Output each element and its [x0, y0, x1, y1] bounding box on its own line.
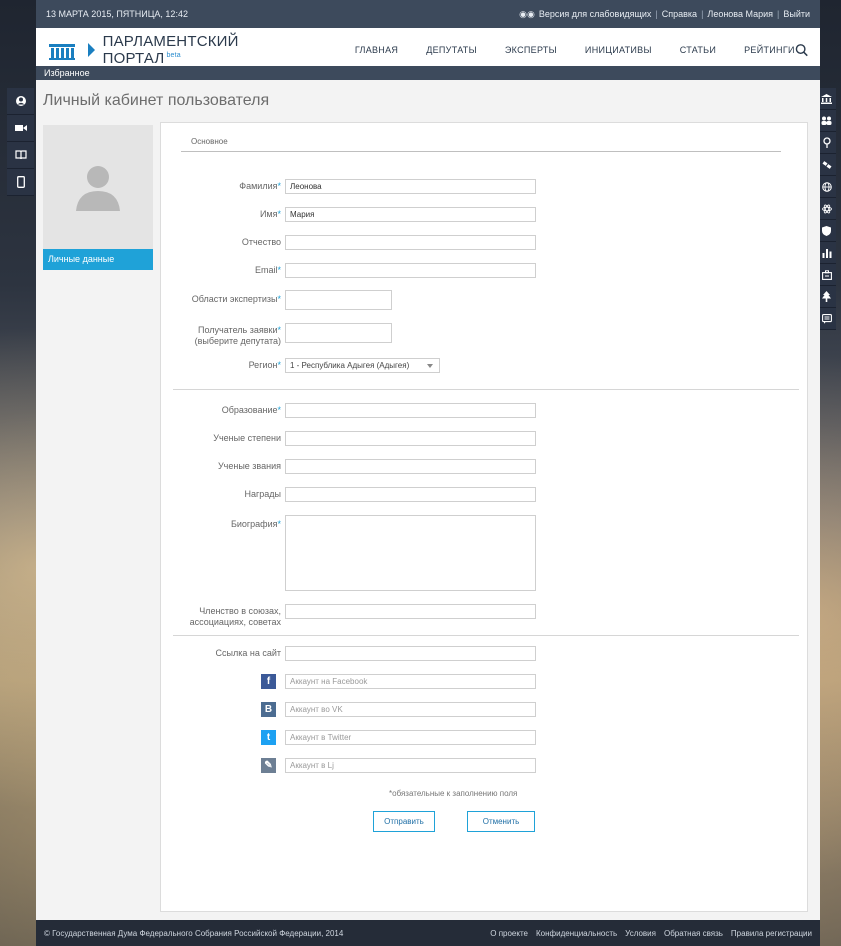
divider	[173, 389, 799, 390]
patronymic-field[interactable]	[285, 235, 536, 250]
region-label: Регион*	[248, 360, 281, 370]
date-time: 13 МАРТА 2015, ПЯТНИЦА, 12:42	[46, 9, 188, 19]
chevron-right-icon	[87, 43, 95, 57]
degrees-field[interactable]	[285, 431, 536, 446]
footer-link-about[interactable]: О проекте	[490, 929, 528, 938]
glasses-icon: ◉◉	[519, 8, 535, 19]
facebook-icon: f	[261, 674, 276, 689]
copyright: © Государственная Дума Федерального Собр…	[44, 928, 344, 938]
section-title: Основное	[191, 137, 228, 146]
chevron-down-icon	[427, 364, 433, 368]
recipient-field[interactable]	[285, 323, 392, 343]
mobile-icon[interactable]	[7, 169, 34, 196]
left-rail	[7, 88, 34, 196]
required-note: *обязательные к заполнению поля	[389, 789, 518, 798]
twitter-field[interactable]: Аккаунт в Twitter	[285, 730, 536, 745]
awards-field[interactable]	[285, 487, 536, 502]
page-title: Личный кабинет пользователя	[43, 92, 270, 109]
footer-links: О проекте Конфиденциальность Условия Обр…	[490, 929, 812, 938]
website-label: Ссылка на сайт	[215, 648, 282, 658]
video-icon[interactable]	[7, 115, 34, 142]
search-icon[interactable]	[795, 43, 808, 57]
main-content: Личный кабинет пользователя Личные данны…	[36, 80, 820, 920]
footer-link-terms[interactable]: Условия	[625, 929, 656, 938]
patronymic-label: Отчество	[241, 237, 281, 247]
expertise-label: Области экспертизы*	[191, 294, 281, 304]
user-silhouette-icon	[76, 166, 120, 211]
lj-field[interactable]: Аккаунт в Lj	[285, 758, 536, 773]
biography-textarea[interactable]	[285, 515, 536, 591]
nav-articles[interactable]: СТАТЬИ	[680, 45, 716, 55]
nav-ratings[interactable]: РЕЙТИНГИ	[744, 45, 795, 55]
cancel-button[interactable]: Отменить	[467, 811, 535, 832]
footer-link-feedback[interactable]: Обратная связь	[664, 929, 723, 938]
region-select[interactable]: 1 - Республика Адыгея (Адыгея)	[285, 358, 440, 373]
nav-deputies[interactable]: ДЕПУТАТЫ	[426, 45, 477, 55]
vk-icon: B	[261, 702, 276, 717]
top-bar: 13 МАРТА 2015, ПЯТНИЦА, 12:42 ◉◉ Версия …	[36, 0, 820, 28]
name-field[interactable]: Мария	[285, 207, 536, 222]
divider	[173, 635, 799, 636]
nav-home[interactable]: ГЛАВНАЯ	[355, 45, 398, 55]
surname-field[interactable]: Леонова	[285, 179, 536, 194]
portal-title[interactable]: ПАРЛАМЕНТСКИЙ ПОРТАЛ beta	[103, 33, 309, 67]
main-nav: ГЛАВНАЯ ДЕПУТАТЫ ЭКСПЕРТЫ ИНИЦИАТИВЫ СТА…	[355, 45, 795, 55]
biography-label: Биография*	[230, 519, 281, 529]
titles-field[interactable]	[285, 459, 536, 474]
accessibility-link[interactable]: Версия для слабовидящих	[539, 9, 652, 19]
lj-icon: ✎	[261, 758, 276, 773]
user-link[interactable]: Леонова Мария	[707, 9, 773, 19]
avatar	[43, 125, 153, 249]
beta-badge: beta	[166, 52, 181, 59]
membership-label: Членство в союзах, ассоциациях, советах	[189, 606, 281, 627]
twitter-icon: t	[261, 730, 276, 745]
divider: |	[655, 9, 658, 19]
divider	[181, 151, 781, 152]
tab-personal-data[interactable]: Личные данные	[43, 249, 153, 270]
expertise-field[interactable]	[285, 290, 392, 310]
email-field[interactable]	[285, 263, 536, 278]
footer: © Государственная Дума Федерального Собр…	[36, 920, 820, 946]
nav-initiatives[interactable]: ИНИЦИАТИВЫ	[585, 45, 652, 55]
titles-label: Ученые звания	[217, 461, 281, 471]
facebook-field[interactable]: Аккаунт на Facebook	[285, 674, 536, 689]
vk-field[interactable]: Аккаунт во VK	[285, 702, 536, 717]
divider: |	[777, 9, 780, 19]
education-field[interactable]	[285, 403, 536, 418]
surname-label: Фамилия*	[239, 181, 281, 191]
submit-button[interactable]: Отправить	[373, 811, 435, 832]
profile-form: Основное Фамилия* Леонова Имя* Мария Отч…	[160, 122, 808, 912]
recipient-label: Получатель заявки* (выберите депутата)	[194, 325, 281, 346]
website-field[interactable]	[285, 646, 536, 661]
degrees-label: Ученые степени	[213, 433, 281, 443]
footer-link-privacy[interactable]: Конфиденциальность	[536, 929, 617, 938]
book-icon[interactable]	[7, 142, 34, 169]
email-label: Email*	[254, 265, 281, 275]
favorites-link[interactable]: Избранное	[36, 66, 820, 80]
nav-experts[interactable]: ЭКСПЕРТЫ	[505, 45, 557, 55]
divider: |	[701, 9, 704, 19]
footer-link-rules[interactable]: Правила регистрации	[731, 929, 812, 938]
help-link[interactable]: Справка	[662, 9, 697, 19]
awards-label: Награды	[244, 489, 281, 499]
person-icon[interactable]	[7, 88, 34, 115]
logo-icon[interactable]	[42, 36, 82, 64]
membership-field[interactable]	[285, 604, 536, 619]
logout-link[interactable]: Выйти	[783, 9, 810, 19]
profile-card: Личные данные	[43, 125, 153, 270]
education-label: Образование*	[221, 405, 281, 415]
name-label: Имя*	[259, 209, 281, 219]
